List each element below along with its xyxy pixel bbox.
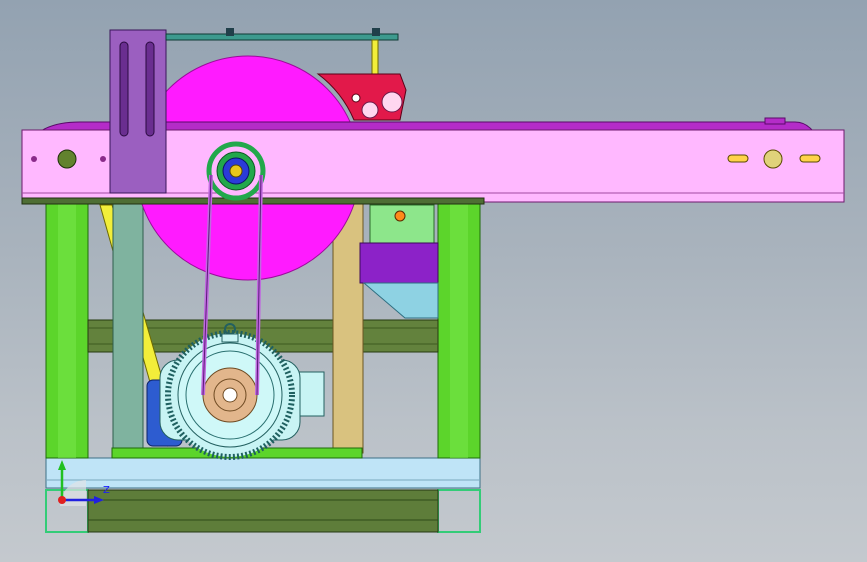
cad-viewport[interactable]: Z	[0, 0, 867, 562]
guard-rod[interactable]	[165, 33, 399, 41]
post-teal[interactable]	[112, 202, 144, 454]
top-beam-bolt-left[interactable]	[57, 149, 77, 169]
saw-machine-model[interactable]	[0, 0, 867, 562]
post-tan[interactable]	[332, 202, 364, 454]
bottom-frame-right-foot[interactable]	[437, 489, 481, 533]
top-beam-bolt-right[interactable]	[763, 149, 783, 169]
bottom-frame-beam[interactable]	[87, 489, 439, 533]
motor-mount-plate[interactable]	[359, 242, 439, 284]
vertical-bracket[interactable]	[109, 29, 167, 194]
bearing-bracket[interactable]	[369, 204, 435, 244]
axis-label-z: Z	[103, 485, 110, 496]
motor-mount-wedge[interactable]	[362, 282, 439, 319]
